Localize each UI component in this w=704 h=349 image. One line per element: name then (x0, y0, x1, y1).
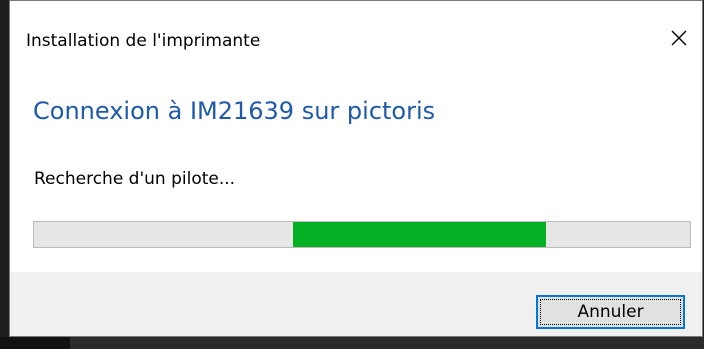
printer-install-dialog: Installation de l'imprimante Connexion à… (9, 0, 703, 337)
close-icon (671, 30, 687, 46)
dialog-footer: Annuler (10, 272, 702, 336)
page-heading: Connexion à IM21639 sur pictoris (33, 97, 436, 125)
taskbar-strip (0, 337, 704, 349)
close-button[interactable] (656, 15, 702, 61)
window-title: Installation de l'imprimante (26, 31, 261, 51)
title-bar: Installation de l'imprimante (10, 1, 702, 79)
cancel-button[interactable]: Annuler (536, 295, 685, 329)
status-text: Recherche d'un pilote... (34, 169, 236, 189)
progress-bar-fill (293, 222, 546, 247)
taskbar-segment (0, 337, 70, 349)
progress-bar (33, 221, 691, 248)
